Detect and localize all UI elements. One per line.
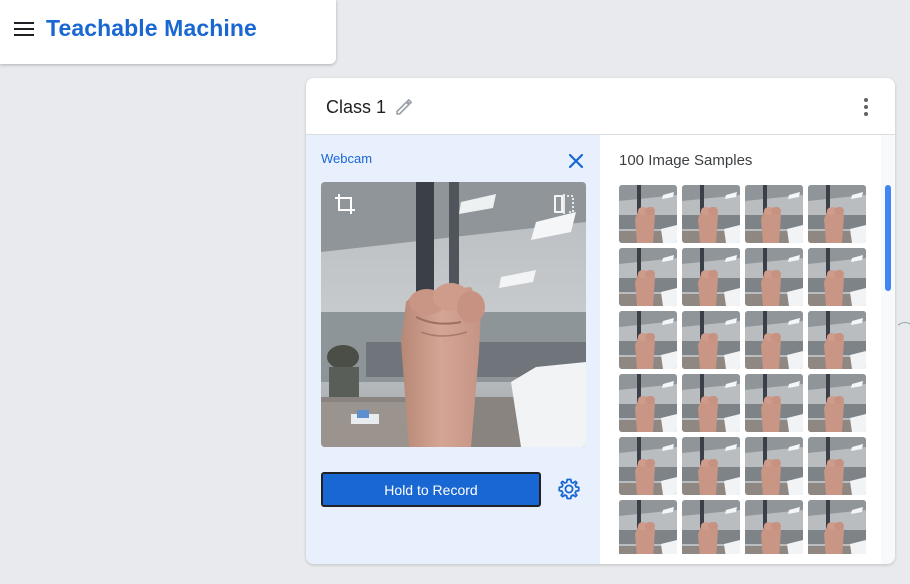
- sample-thumbnail[interactable]: [808, 311, 866, 369]
- webcam-frame-image: [321, 182, 586, 447]
- sample-thumbnail[interactable]: [682, 500, 740, 554]
- samples-scrollbar[interactable]: [881, 135, 895, 564]
- samples-grid[interactable]: [619, 185, 869, 554]
- sample-thumbnail[interactable]: [619, 374, 677, 432]
- webcam-panel: Webcam Hold to Record: [306, 135, 600, 564]
- webcam-title: Webcam: [321, 151, 373, 166]
- samples-panel: 100 Image Samples: [600, 135, 895, 564]
- sample-thumbnail[interactable]: [745, 437, 803, 495]
- hold-to-record-button[interactable]: Hold to Record: [321, 472, 541, 507]
- sample-thumbnail[interactable]: [808, 374, 866, 432]
- sample-thumbnail[interactable]: [808, 500, 866, 554]
- sample-thumbnail[interactable]: [745, 500, 803, 554]
- close-icon[interactable]: [568, 153, 584, 169]
- sample-thumbnail[interactable]: [745, 311, 803, 369]
- connector-handle: [895, 322, 910, 358]
- sample-thumbnail[interactable]: [619, 185, 677, 243]
- more-vert-icon[interactable]: [860, 98, 872, 118]
- pencil-icon[interactable]: [394, 97, 414, 117]
- sample-thumbnail[interactable]: [619, 500, 677, 554]
- sample-thumbnail[interactable]: [619, 248, 677, 306]
- sample-thumbnail[interactable]: [619, 437, 677, 495]
- sample-thumbnail[interactable]: [682, 437, 740, 495]
- gear-icon[interactable]: [557, 477, 581, 501]
- sample-thumbnail[interactable]: [682, 374, 740, 432]
- samples-count-title: 100 Image Samples: [619, 152, 753, 169]
- sample-thumbnail[interactable]: [745, 248, 803, 306]
- sample-thumbnail[interactable]: [682, 248, 740, 306]
- crop-icon[interactable]: [333, 192, 357, 216]
- sample-thumbnail[interactable]: [745, 185, 803, 243]
- sample-thumbnail[interactable]: [682, 311, 740, 369]
- sample-thumbnail[interactable]: [619, 311, 677, 369]
- sample-thumbnail[interactable]: [808, 185, 866, 243]
- class-card: Class 1 Webcam Hold to Record 100 Image …: [306, 78, 895, 564]
- flip-horizontal-icon[interactable]: [553, 193, 575, 215]
- sample-thumbnail[interactable]: [682, 185, 740, 243]
- sample-thumbnail[interactable]: [808, 248, 866, 306]
- samples-scrollbar-thumb[interactable]: [885, 185, 891, 291]
- hamburger-menu-icon[interactable]: [14, 22, 34, 38]
- webcam-preview: [321, 182, 586, 447]
- sample-thumbnail[interactable]: [808, 437, 866, 495]
- app-header: Teachable Machine: [0, 0, 336, 64]
- class-card-header: Class 1: [306, 78, 895, 135]
- class-name[interactable]: Class 1: [326, 97, 386, 118]
- app-title[interactable]: Teachable Machine: [46, 15, 257, 42]
- sample-thumbnail[interactable]: [745, 374, 803, 432]
